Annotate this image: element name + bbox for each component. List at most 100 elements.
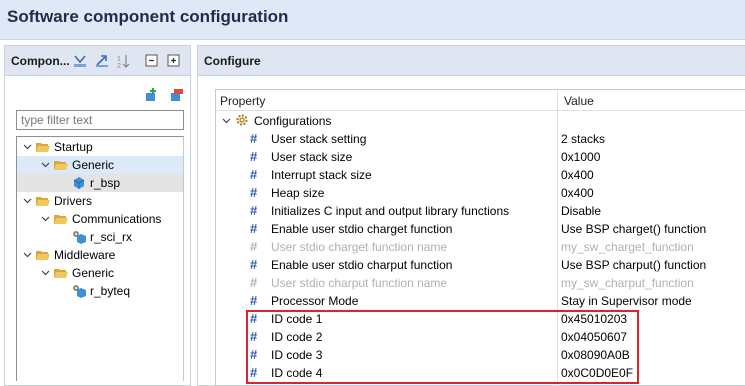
tree-item-r-byteq[interactable]: r_byteq bbox=[69, 282, 130, 300]
table-row[interactable]: # User stdio charget function name my_sw_c… bbox=[216, 238, 745, 256]
property-name: User stack setting bbox=[271, 132, 367, 146]
tree-item-r-bsp[interactable]: r_bsp bbox=[17, 174, 183, 192]
table-row[interactable]: # User stdio charput function name my_sw_c… bbox=[216, 274, 745, 292]
property-value[interactable]: 0x400 bbox=[561, 168, 594, 182]
collapse-all-icon[interactable] bbox=[144, 53, 160, 69]
property-name: Interrupt stack size bbox=[271, 168, 372, 182]
hash-icon: # bbox=[250, 239, 258, 254]
tree-item-drivers[interactable]: Drivers bbox=[21, 192, 92, 210]
folder-open-icon bbox=[35, 139, 51, 155]
chevron-down-icon[interactable] bbox=[21, 192, 33, 210]
property-name: Heap size bbox=[271, 186, 325, 200]
property-value[interactable]: 0x1000 bbox=[561, 150, 600, 164]
property-name: Enable user stdio charput function bbox=[271, 258, 453, 272]
tree-item-label: r_bsp bbox=[90, 176, 121, 190]
tree-item-middleware[interactable]: Middleware bbox=[21, 246, 115, 264]
tree-item-label: Communications bbox=[72, 212, 162, 226]
tree-item-label: Generic bbox=[72, 158, 115, 172]
title-bar: Software component configuration bbox=[0, 0, 745, 40]
chevron-down-icon[interactable] bbox=[21, 246, 33, 264]
property-value[interactable]: my_sw_charput_function bbox=[561, 276, 694, 290]
hash-icon: # bbox=[250, 203, 258, 218]
id-code-highlight-box bbox=[246, 310, 639, 384]
chevron-down-icon[interactable] bbox=[39, 210, 51, 228]
expand-up-icon[interactable] bbox=[94, 53, 110, 69]
tree-item-r-sci-rx[interactable]: r_sci_rx bbox=[69, 228, 132, 246]
hash-icon: # bbox=[250, 185, 258, 200]
hash-icon: # bbox=[250, 257, 258, 272]
tree-item-label: Generic bbox=[72, 266, 115, 280]
components-panel-header: Compon... 12 bbox=[5, 46, 190, 76]
property-name: Enable user stdio charget function bbox=[271, 222, 453, 236]
components-panel-title[interactable]: Compon... bbox=[11, 54, 70, 68]
property-name: User stdio charput function name bbox=[271, 276, 448, 290]
group-row-configurations[interactable]: Configurations bbox=[216, 112, 745, 130]
tree-item-label: Drivers bbox=[54, 194, 92, 208]
property-value[interactable]: 0x400 bbox=[561, 186, 594, 200]
hash-icon: # bbox=[250, 131, 258, 146]
property-name: Processor Mode bbox=[271, 294, 359, 308]
hash-icon: # bbox=[250, 293, 258, 308]
table-row[interactable]: # Enable user stdio charget function Use B… bbox=[216, 220, 745, 238]
chevron-down-icon[interactable] bbox=[21, 138, 33, 156]
component-config-icon bbox=[71, 229, 87, 245]
collapse-down-icon[interactable] bbox=[72, 53, 88, 69]
property-value[interactable]: Disable bbox=[561, 204, 601, 218]
property-name: Initializes C input and output library f… bbox=[271, 204, 510, 218]
property-name: User stdio charget function name bbox=[271, 240, 448, 254]
column-header-property[interactable]: Property bbox=[220, 94, 265, 108]
hash-icon: # bbox=[250, 149, 258, 164]
svg-text:1: 1 bbox=[117, 56, 121, 63]
chevron-down-icon[interactable] bbox=[39, 156, 51, 174]
configure-panel-header: Configure bbox=[198, 46, 745, 76]
table-row[interactable]: # User stack setting 2 stacks bbox=[216, 130, 745, 148]
table-row[interactable]: # Interrupt stack size 0x400 bbox=[216, 166, 745, 184]
tree-item-label: Startup bbox=[54, 140, 93, 154]
remove-component-icon[interactable] bbox=[168, 87, 184, 103]
tree-item-generic[interactable]: Generic bbox=[17, 156, 183, 174]
chevron-down-icon[interactable] bbox=[220, 114, 232, 128]
chevron-down-icon[interactable] bbox=[39, 264, 51, 282]
folder-open-icon bbox=[53, 157, 69, 173]
components-panel: Compon... 12 Startup bbox=[4, 45, 191, 386]
configure-panel-title[interactable]: Configure bbox=[204, 54, 261, 68]
table-header: Property Value bbox=[216, 90, 745, 111]
folder-open-icon bbox=[35, 193, 51, 209]
svg-text:2: 2 bbox=[117, 63, 121, 69]
component-config-icon bbox=[71, 283, 87, 299]
add-component-icon[interactable] bbox=[143, 87, 159, 103]
table-row[interactable]: # Enable user stdio charput function Use B… bbox=[216, 256, 745, 274]
tree-item-label: Middleware bbox=[54, 248, 116, 262]
component-tree: Startup Generic r_bsp Drivers Communicat… bbox=[16, 136, 184, 381]
property-value[interactable]: Use BSP charput() function bbox=[561, 258, 706, 272]
property-value[interactable]: Stay in Supervisor mode bbox=[561, 294, 692, 308]
hash-icon: # bbox=[250, 167, 258, 182]
property-value[interactable]: my_sw_charget_function bbox=[561, 240, 694, 254]
folder-open-icon bbox=[35, 247, 51, 263]
group-label: Configurations bbox=[254, 114, 332, 128]
tree-item-startup[interactable]: Startup bbox=[21, 138, 93, 156]
property-value[interactable]: 2 stacks bbox=[561, 132, 605, 146]
hash-icon: # bbox=[250, 275, 258, 290]
tree-item-label: r_byteq bbox=[90, 284, 131, 298]
column-header-value[interactable]: Value bbox=[564, 94, 594, 108]
hash-icon: # bbox=[250, 221, 258, 236]
table-row[interactable]: # Initializes C input and output library … bbox=[216, 202, 745, 220]
folder-open-icon bbox=[53, 211, 69, 227]
sort-icon[interactable]: 12 bbox=[116, 53, 132, 69]
component-icon bbox=[71, 175, 87, 191]
tree-item-label: r_sci_rx bbox=[90, 230, 133, 244]
tree-item-generic-middleware[interactable]: Generic bbox=[39, 264, 114, 282]
property-name: User stack size bbox=[271, 150, 353, 164]
table-row[interactable]: # Heap size 0x400 bbox=[216, 184, 745, 202]
table-row[interactable]: # Processor Mode Stay in Supervisor mode bbox=[216, 292, 745, 310]
expand-all-icon[interactable] bbox=[166, 53, 182, 69]
table-row[interactable]: # User stack size 0x1000 bbox=[216, 148, 745, 166]
folder-open-icon bbox=[53, 265, 69, 281]
component-actions bbox=[143, 87, 184, 106]
tree-item-communications[interactable]: Communications bbox=[39, 210, 161, 228]
gear-icon bbox=[235, 113, 249, 127]
filter-input[interactable] bbox=[16, 110, 184, 130]
window-title: Software component configuration bbox=[7, 7, 289, 26]
property-value[interactable]: Use BSP charget() function bbox=[561, 222, 706, 236]
